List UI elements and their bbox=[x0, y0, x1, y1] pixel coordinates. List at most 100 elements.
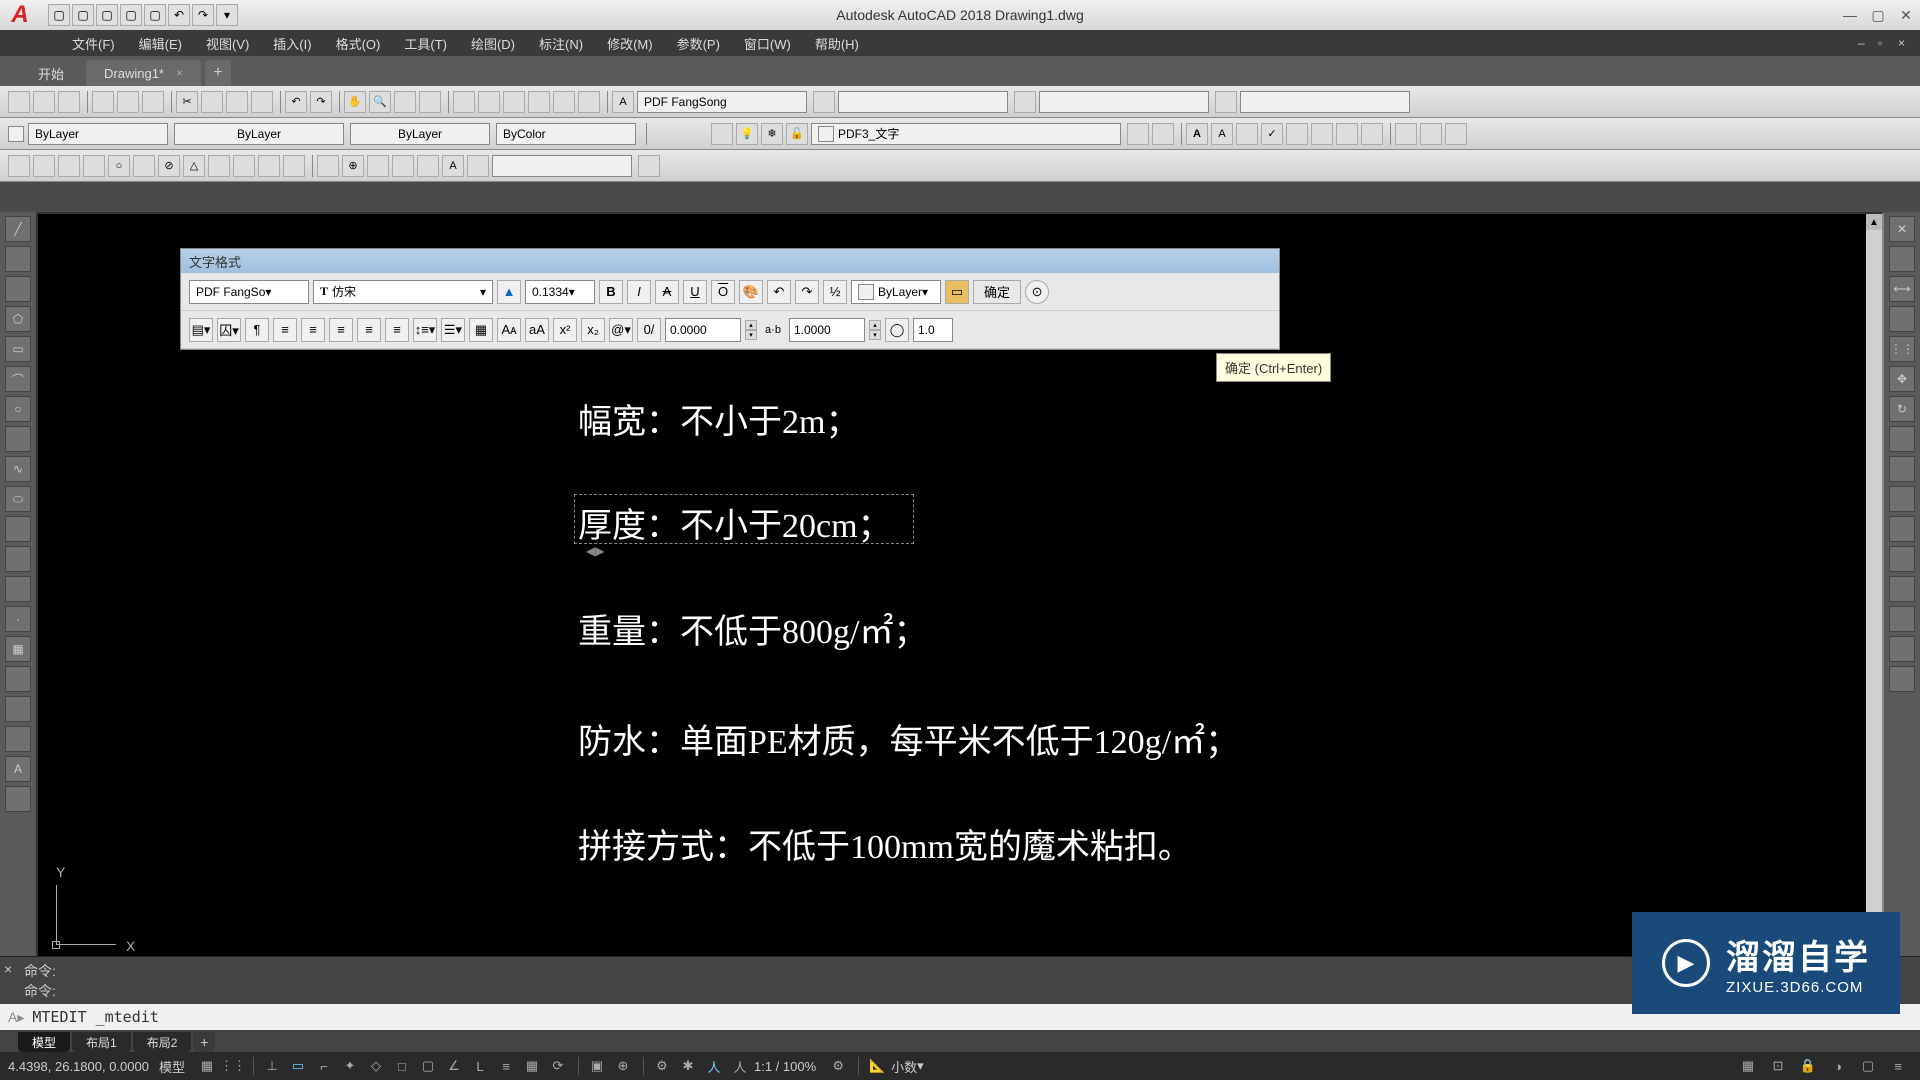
table-draw-icon[interactable] bbox=[5, 726, 31, 752]
gradient-icon[interactable] bbox=[5, 666, 31, 692]
text-height-combo[interactable]: 0.1334 ▾ bbox=[525, 280, 595, 304]
para-indent-icon[interactable]: ¶ bbox=[245, 318, 269, 342]
menu-parametric[interactable]: 参数(P) bbox=[665, 34, 732, 53]
oblique-down[interactable]: ▾ bbox=[745, 330, 757, 340]
infer-icon[interactable]: ⊥ bbox=[260, 1055, 284, 1077]
command-input[interactable]: MTEDIT _mtedit bbox=[32, 1008, 158, 1026]
annoauto-icon[interactable]: 人 bbox=[702, 1055, 726, 1077]
maximize-button[interactable]: ▢ bbox=[1868, 5, 1888, 25]
tb-publish-icon[interactable] bbox=[142, 91, 164, 113]
options-icon[interactable]: ⊙ bbox=[1025, 280, 1049, 304]
tb-preview-icon[interactable] bbox=[117, 91, 139, 113]
layer-on-icon[interactable]: 💡 bbox=[736, 123, 758, 145]
mleaderstyle-combo[interactable] bbox=[1240, 91, 1410, 113]
dimstyle-combo[interactable] bbox=[838, 91, 1008, 113]
tb-save-icon[interactable] bbox=[58, 91, 80, 113]
workspace-icon[interactable]: ⚙ bbox=[650, 1055, 674, 1077]
tab-layout-add[interactable]: + bbox=[193, 1032, 215, 1052]
cycle-icon[interactable]: ⟳ bbox=[546, 1055, 570, 1077]
dim-radius-icon[interactable]: ○ bbox=[108, 155, 130, 177]
lineweight-combo[interactable]: ByLayer bbox=[350, 123, 490, 145]
layer-freeze-icon[interactable]: ❄ bbox=[761, 123, 783, 145]
copy2-icon[interactable] bbox=[1889, 246, 1915, 272]
scale-icon[interactable] bbox=[1336, 123, 1358, 145]
hatch-icon[interactable]: ▦ bbox=[5, 636, 31, 662]
stretch-icon[interactable] bbox=[1889, 456, 1915, 482]
mtext-icon[interactable]: A bbox=[1186, 123, 1208, 145]
clean-icon[interactable]: ▢ bbox=[1856, 1055, 1880, 1077]
isolate-icon[interactable]: ◑ bbox=[1826, 1055, 1850, 1077]
tb-undo-icon[interactable]: ↶ bbox=[285, 91, 307, 113]
insert-icon[interactable] bbox=[1395, 123, 1417, 145]
change-case-icon[interactable]: 🎨 bbox=[739, 280, 763, 304]
dimstyle-current-combo[interactable] bbox=[492, 155, 632, 177]
polygon-icon[interactable]: ⬠ bbox=[5, 306, 31, 332]
layer-state-icon[interactable] bbox=[1127, 123, 1149, 145]
textfmt-title[interactable]: 文字格式 bbox=[181, 249, 1279, 273]
ws-switch-icon[interactable]: ⚙ bbox=[826, 1055, 850, 1077]
columns-icon[interactable]: ▤▾ bbox=[189, 318, 213, 342]
tb-match-icon[interactable] bbox=[251, 91, 273, 113]
text-color-combo[interactable]: ByLayer ▾ bbox=[851, 280, 941, 304]
dim-center-icon[interactable] bbox=[367, 155, 389, 177]
color-combo[interactable]: ByLayer bbox=[28, 123, 168, 145]
tb-print-icon[interactable] bbox=[92, 91, 114, 113]
tb-redo-icon[interactable]: ↷ bbox=[310, 91, 332, 113]
font-combo[interactable]: T仿宋▾ bbox=[313, 280, 493, 304]
dim-jog-icon[interactable] bbox=[133, 155, 155, 177]
tb-zoom-icon[interactable]: 🔍 bbox=[369, 91, 391, 113]
mdi-restore-icon[interactable]: ▫ bbox=[1878, 36, 1894, 50]
numbering-icon[interactable]: ☰▾ bbox=[441, 318, 465, 342]
tb-zoom-prev-icon[interactable] bbox=[419, 91, 441, 113]
mtext-draw-icon[interactable]: A bbox=[5, 756, 31, 782]
mtext-line-4[interactable]: 防水：单面PE材质，每平米不低于120g/㎡； bbox=[578, 714, 1239, 763]
layer-prev-icon[interactable] bbox=[1152, 123, 1174, 145]
tb-copy-icon[interactable] bbox=[201, 91, 223, 113]
dim-base-icon[interactable] bbox=[233, 155, 255, 177]
dim-space-icon[interactable] bbox=[283, 155, 305, 177]
transparency-icon[interactable]: ▦ bbox=[520, 1055, 544, 1077]
justify-mtext-icon[interactable]: 囚▾ bbox=[217, 318, 241, 342]
line-icon[interactable]: ╱ bbox=[5, 216, 31, 242]
menu-help[interactable]: 帮助(H) bbox=[803, 34, 871, 53]
menu-window[interactable]: 窗口(W) bbox=[732, 34, 803, 53]
otrack-icon[interactable]: ∠ bbox=[442, 1055, 466, 1077]
tab-close-icon[interactable]: × bbox=[176, 66, 183, 80]
circle-icon[interactable]: ○ bbox=[5, 396, 31, 422]
offset-icon[interactable] bbox=[1889, 306, 1915, 332]
dim-cont-icon[interactable] bbox=[258, 155, 280, 177]
dyn-input-icon[interactable]: ▭ bbox=[286, 1055, 310, 1077]
menu-modify[interactable]: 修改(M) bbox=[595, 34, 665, 53]
dim-jogline-icon[interactable] bbox=[417, 155, 439, 177]
tb-markup-icon[interactable] bbox=[553, 91, 575, 113]
break-icon[interactable] bbox=[1889, 546, 1915, 572]
erase-icon[interactable]: ✕ bbox=[1889, 216, 1915, 242]
italic-button[interactable]: I bbox=[627, 280, 651, 304]
close-button[interactable]: ✕ bbox=[1896, 5, 1916, 25]
dim-linear-icon[interactable] bbox=[8, 155, 30, 177]
point-icon[interactable]: · bbox=[5, 606, 31, 632]
qat-more-icon[interactable]: ▾ bbox=[216, 4, 238, 26]
menu-file[interactable]: 文件(F) bbox=[60, 34, 127, 53]
spell-icon[interactable]: ✓ bbox=[1261, 123, 1283, 145]
menu-tools[interactable]: 工具(T) bbox=[392, 34, 459, 53]
uppercase-icon[interactable]: Aᴀ bbox=[497, 318, 521, 342]
align-center-icon[interactable]: ≡ bbox=[301, 318, 325, 342]
qat-print-icon[interactable]: ▢ bbox=[144, 4, 166, 26]
units-icon[interactable]: 📐 bbox=[865, 1055, 889, 1077]
custom-icon[interactable]: ≡ bbox=[1886, 1055, 1910, 1077]
region-icon[interactable] bbox=[5, 696, 31, 722]
ellipse-icon[interactable]: ⬭ bbox=[5, 486, 31, 512]
linespace-icon[interactable]: ↕≡▾ bbox=[413, 318, 437, 342]
tb-ssm-icon[interactable] bbox=[528, 91, 550, 113]
qv-icon[interactable]: ▦ bbox=[1736, 1055, 1760, 1077]
dim-break-icon[interactable] bbox=[317, 155, 339, 177]
tf-redo-icon[interactable]: ↷ bbox=[795, 280, 819, 304]
make-block-icon[interactable] bbox=[5, 576, 31, 602]
tab-start[interactable]: 开始 bbox=[20, 60, 82, 86]
dim-inspect-icon[interactable] bbox=[392, 155, 414, 177]
tracking-spinner[interactable]: 1.0000 bbox=[789, 318, 865, 342]
find-icon[interactable] bbox=[1236, 123, 1258, 145]
annoscale-combo[interactable]: 1:1 / 100% bbox=[754, 1059, 816, 1074]
tb-zoom-window-icon[interactable] bbox=[394, 91, 416, 113]
